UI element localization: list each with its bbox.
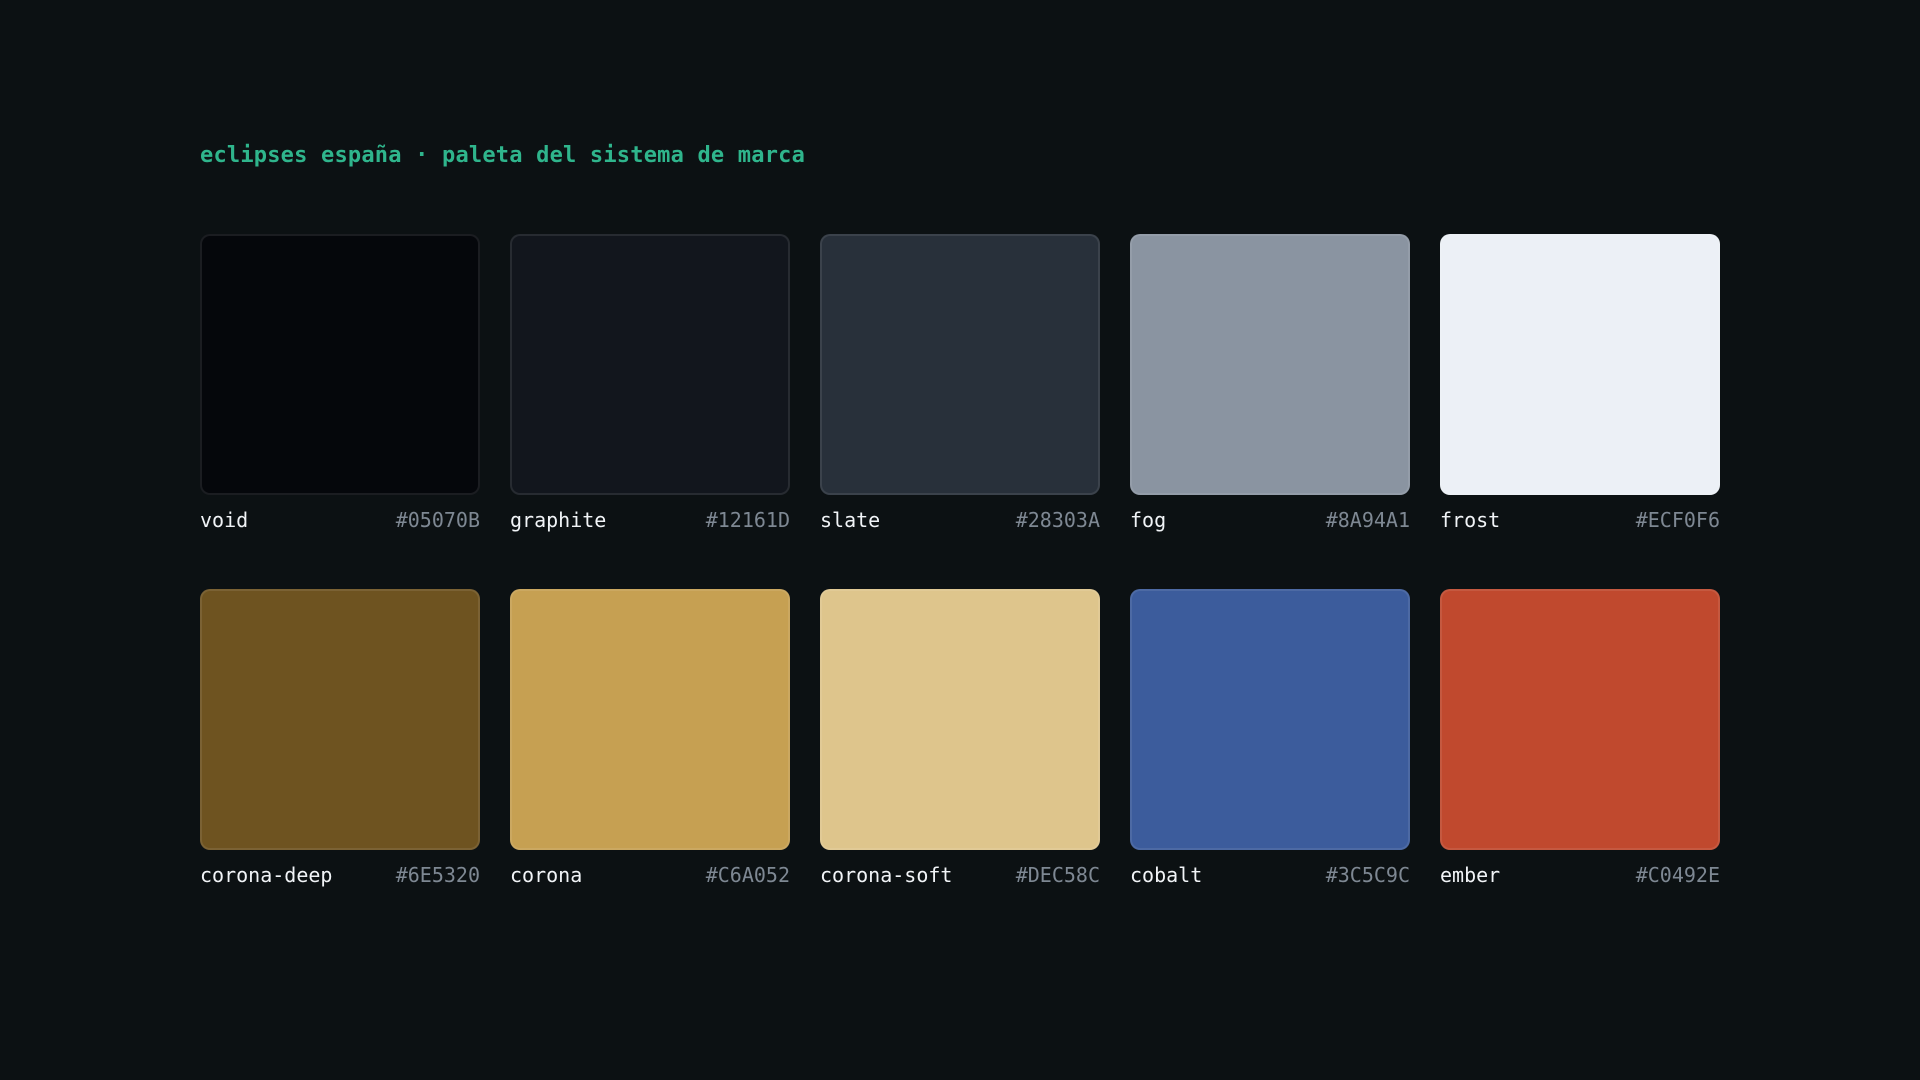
swatch-card-corona: corona #C6A052 bbox=[510, 589, 790, 887]
swatch-card-ember: ember #C0492E bbox=[1440, 589, 1720, 887]
swatch-card-void: void #05070B bbox=[200, 234, 480, 532]
color-swatch-graphite[interactable] bbox=[510, 234, 790, 495]
color-swatch-cobalt[interactable] bbox=[1130, 589, 1410, 850]
swatch-card-graphite: graphite #12161D bbox=[510, 234, 790, 532]
swatch-hex: #28303A bbox=[1015, 508, 1100, 532]
swatch-meta: ember #C0492E bbox=[1440, 863, 1720, 887]
color-swatch-corona-deep[interactable] bbox=[200, 589, 480, 850]
swatch-hex: #DEC58C bbox=[1015, 863, 1100, 887]
swatch-card-corona-deep: corona-deep #6E5320 bbox=[200, 589, 480, 887]
swatch-name: cobalt bbox=[1130, 863, 1203, 887]
swatch-card-frost: frost #ECF0F6 bbox=[1440, 234, 1720, 532]
swatch-meta: corona-deep #6E5320 bbox=[200, 863, 480, 887]
color-swatch-void[interactable] bbox=[200, 234, 480, 495]
swatch-name: void bbox=[200, 508, 249, 532]
swatch-row-neutrals: void #05070B graphite #12161D slate #283… bbox=[200, 234, 1720, 532]
swatch-name: slate bbox=[820, 508, 881, 532]
swatch-hex: #12161D bbox=[705, 508, 790, 532]
swatch-name: frost bbox=[1440, 508, 1501, 532]
swatch-meta: corona #C6A052 bbox=[510, 863, 790, 887]
swatch-card-cobalt: cobalt #3C5C9C bbox=[1130, 589, 1410, 887]
swatch-meta: graphite #12161D bbox=[510, 508, 790, 532]
swatch-meta: void #05070B bbox=[200, 508, 480, 532]
swatch-name: corona-soft bbox=[820, 863, 953, 887]
swatch-meta: cobalt #3C5C9C bbox=[1130, 863, 1410, 887]
swatch-hex: #ECF0F6 bbox=[1635, 508, 1720, 532]
color-swatch-corona-soft[interactable] bbox=[820, 589, 1100, 850]
palette-page: eclipses españa · paleta del sistema de … bbox=[0, 0, 1920, 1080]
swatch-meta: slate #28303A bbox=[820, 508, 1100, 532]
swatch-hex: #C0492E bbox=[1635, 863, 1720, 887]
swatch-hex: #8A94A1 bbox=[1325, 508, 1410, 532]
color-swatch-slate[interactable] bbox=[820, 234, 1100, 495]
swatch-name: corona-deep bbox=[200, 863, 333, 887]
swatch-name: corona bbox=[510, 863, 583, 887]
color-swatch-ember[interactable] bbox=[1440, 589, 1720, 850]
swatch-meta: frost #ECF0F6 bbox=[1440, 508, 1720, 532]
page-title: eclipses españa · paleta del sistema de … bbox=[200, 143, 806, 168]
swatch-hex: #C6A052 bbox=[705, 863, 790, 887]
swatch-card-fog: fog #8A94A1 bbox=[1130, 234, 1410, 532]
swatch-name: ember bbox=[1440, 863, 1501, 887]
swatch-name: fog bbox=[1130, 508, 1167, 532]
swatch-card-slate: slate #28303A bbox=[820, 234, 1100, 532]
swatch-meta: corona-soft #DEC58C bbox=[820, 863, 1100, 887]
color-swatch-fog[interactable] bbox=[1130, 234, 1410, 495]
swatch-card-corona-soft: corona-soft #DEC58C bbox=[820, 589, 1100, 887]
color-swatch-frost[interactable] bbox=[1440, 234, 1720, 495]
color-swatch-corona[interactable] bbox=[510, 589, 790, 850]
swatch-meta: fog #8A94A1 bbox=[1130, 508, 1410, 532]
swatch-row-accents: corona-deep #6E5320 corona #C6A052 coron… bbox=[200, 589, 1720, 887]
swatch-hex: #05070B bbox=[395, 508, 480, 532]
swatch-name: graphite bbox=[510, 508, 607, 532]
swatch-hex: #6E5320 bbox=[395, 863, 480, 887]
swatch-hex: #3C5C9C bbox=[1325, 863, 1410, 887]
